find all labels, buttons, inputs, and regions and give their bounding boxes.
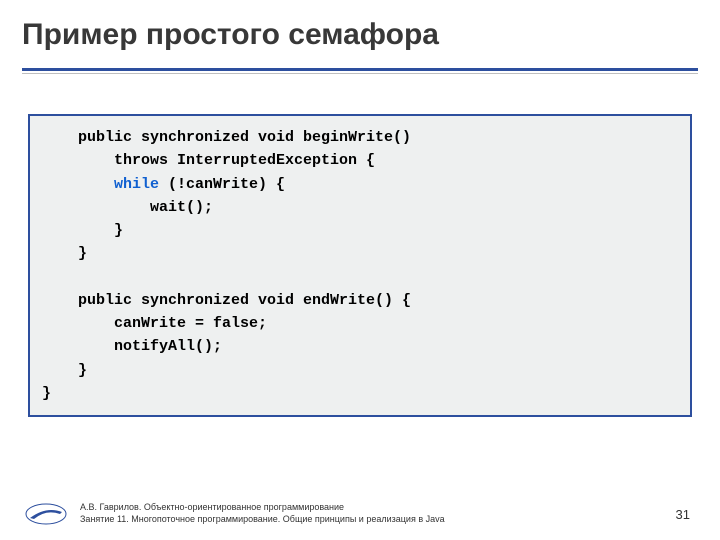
code-keyword: while xyxy=(114,176,159,193)
code-line: } xyxy=(42,222,123,239)
page-title: Пример простого семафора xyxy=(0,0,720,62)
footer-text: А.В. Гаврилов. Объектно-ориентированное … xyxy=(80,502,676,525)
footer-line2: Занятие 11. Многопоточное программирован… xyxy=(80,514,676,526)
code-line: } xyxy=(42,385,51,402)
title-divider xyxy=(22,68,698,74)
logo-icon xyxy=(24,502,68,526)
code-line: notifyAll(); xyxy=(42,338,222,355)
code-line: } xyxy=(42,362,87,379)
code-line xyxy=(42,176,114,193)
code-line: canWrite = false; xyxy=(42,315,267,332)
code-line: throws InterruptedException { xyxy=(42,152,375,169)
page-number: 31 xyxy=(676,507,696,522)
footer: А.В. Гаврилов. Объектно-ориентированное … xyxy=(0,502,720,526)
code-line: } xyxy=(42,245,87,262)
code-line: wait(); xyxy=(42,199,213,216)
code-line: public synchronized void beginWrite() xyxy=(42,129,411,146)
footer-line1: А.В. Гаврилов. Объектно-ориентированное … xyxy=(80,502,676,514)
code-block: public synchronized void beginWrite() th… xyxy=(28,114,692,417)
code-line: (!canWrite) { xyxy=(159,176,285,193)
code-line: public synchronized void endWrite() { xyxy=(42,292,411,309)
